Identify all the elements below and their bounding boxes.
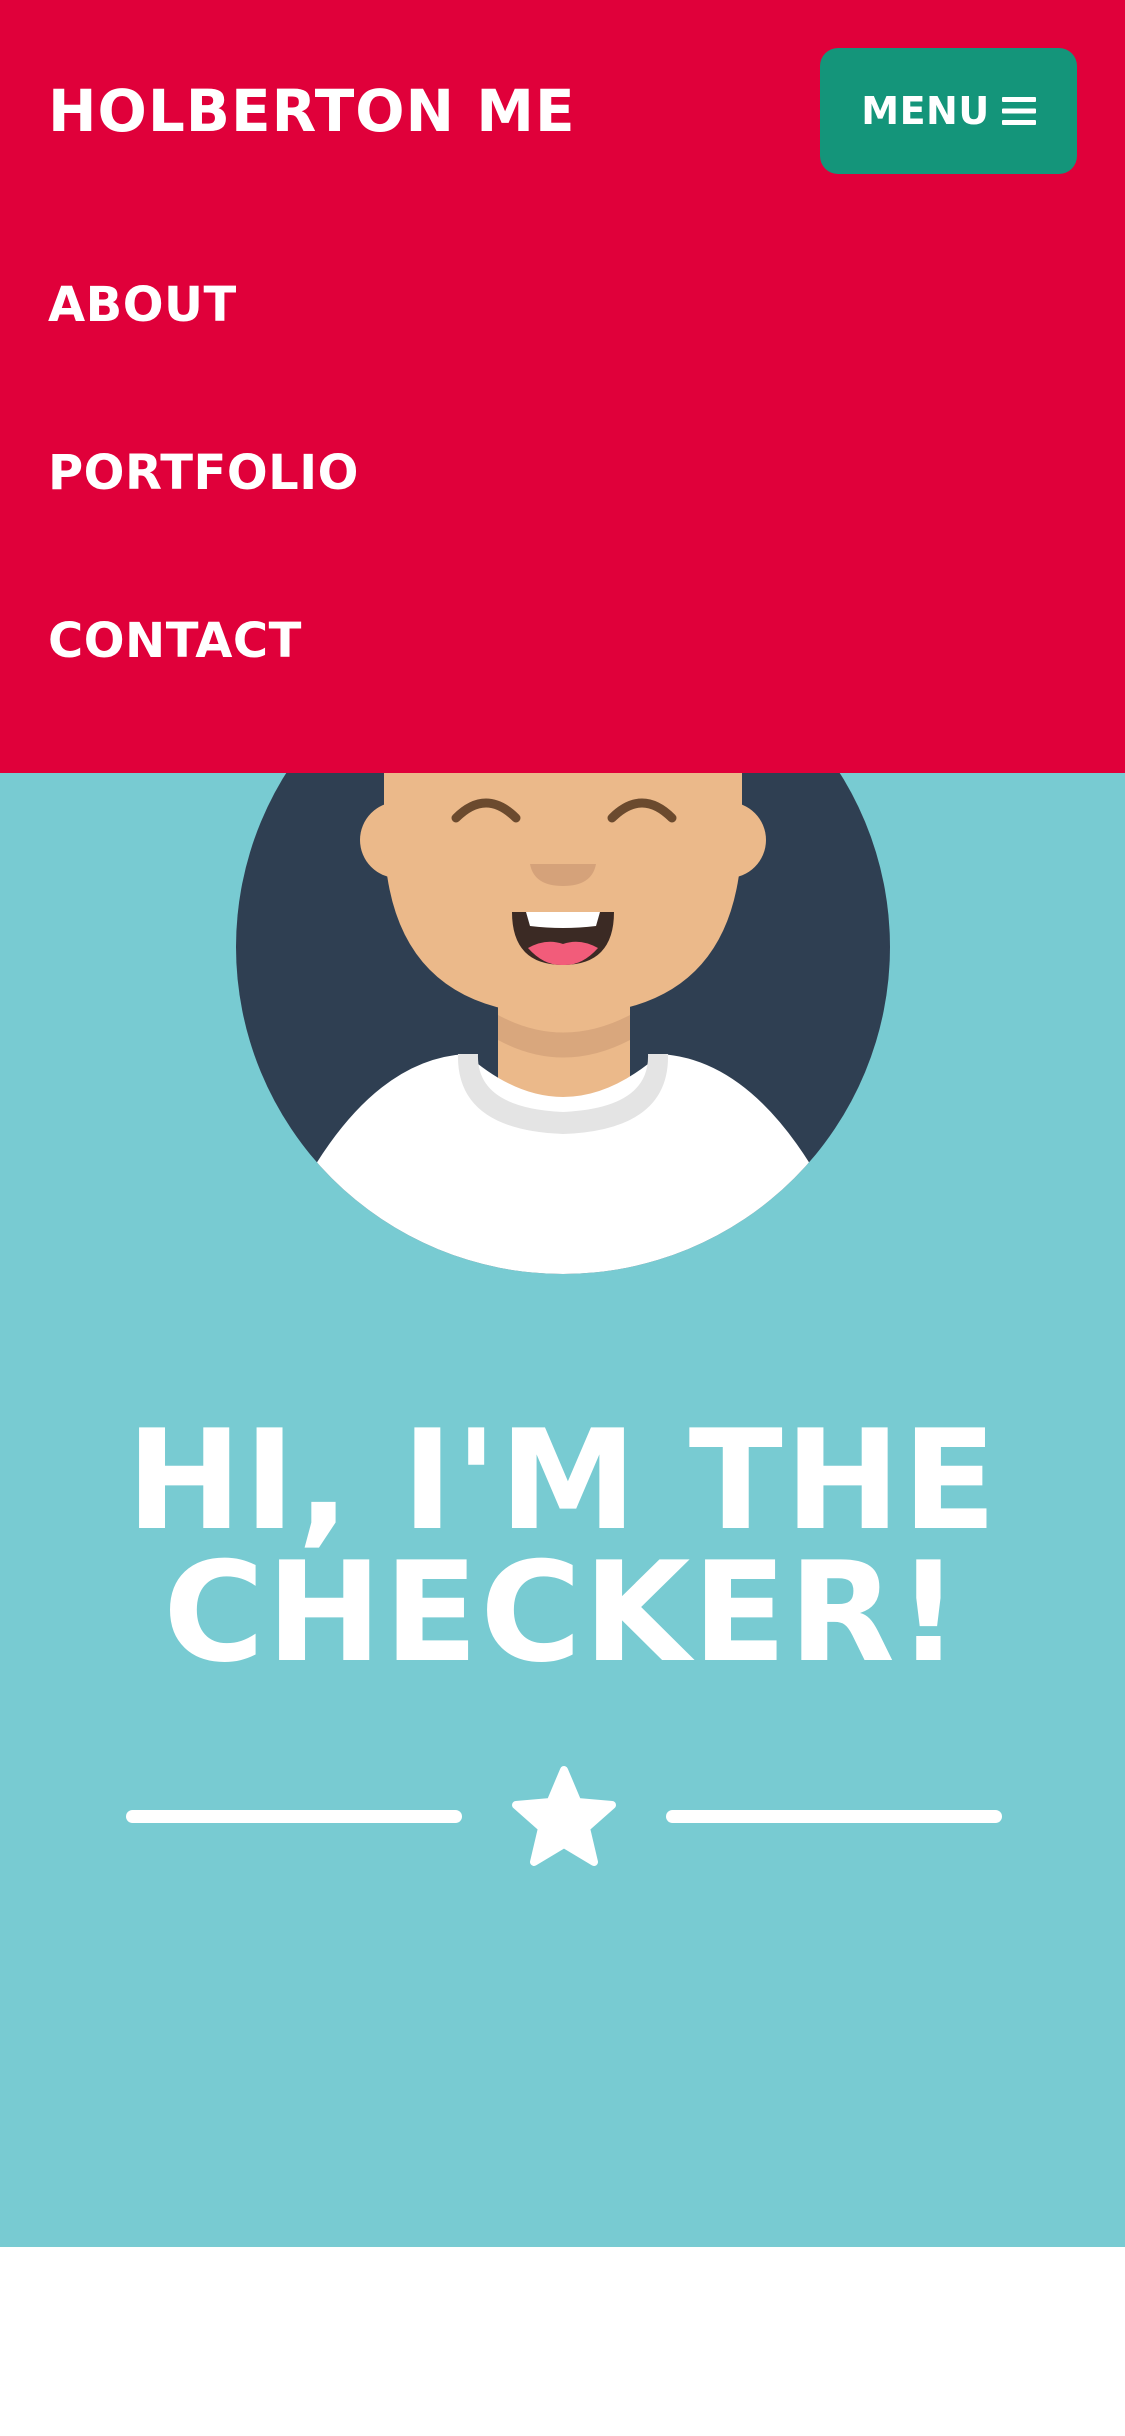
nav-menu-item: PORTFOLIO [48,430,359,598]
main-navigation: HOLBERTON ME MENU ABOUT PORTFOLIO CONTAC… [0,0,1125,773]
page-content-below-hero [0,2247,1125,2436]
menu-toggle-button[interactable]: MENU [820,48,1077,174]
nav-menu-item: ABOUT [48,262,359,430]
hamburger-icon [1001,97,1036,125]
hero-headline: HI, I'M THE CHECKER! [60,1412,1065,1682]
headline-line-2: CHECKER! [163,1532,962,1693]
nav-menu-list: ABOUT PORTFOLIO CONTACT [48,262,359,766]
divider-line-left [126,1810,462,1823]
star-divider [124,1760,1004,1870]
nav-menu-item: CONTACT [48,598,359,766]
star-icon [512,1766,616,1866]
menu-button-label: MENU [861,89,990,133]
nav-link-contact[interactable]: CONTACT [48,598,359,766]
nav-link-about[interactable]: ABOUT [48,262,359,430]
nav-link-portfolio[interactable]: PORTFOLIO [48,430,359,598]
divider-line-right [666,1810,1002,1823]
brand-logo-link[interactable]: HOLBERTON ME [48,68,576,154]
